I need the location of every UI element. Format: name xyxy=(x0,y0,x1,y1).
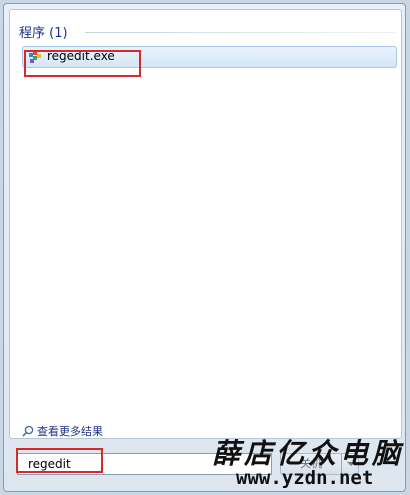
registry-editor-icon xyxy=(29,51,41,63)
result-item-regedit[interactable]: regedit.exe xyxy=(22,46,397,68)
search-results-pane: 程序 (1) regedit.exe 查看更多结果 xyxy=(9,9,402,439)
group-divider xyxy=(85,32,395,33)
start-menu: 程序 (1) regedit.exe 查看更多结果 关机 xyxy=(3,3,406,492)
see-more-results-link[interactable]: 查看更多结果 xyxy=(22,423,103,439)
result-item-label: regedit.exe xyxy=(47,49,115,63)
see-more-label: 查看更多结果 xyxy=(37,425,103,438)
watermark-title: 薛店亿众电脑 xyxy=(212,437,405,470)
search-input[interactable] xyxy=(28,457,228,471)
group-header-programs: 程序 (1) xyxy=(19,26,68,41)
magnifier-icon xyxy=(22,425,34,437)
watermark-url: www.yzdn.net xyxy=(236,467,374,489)
